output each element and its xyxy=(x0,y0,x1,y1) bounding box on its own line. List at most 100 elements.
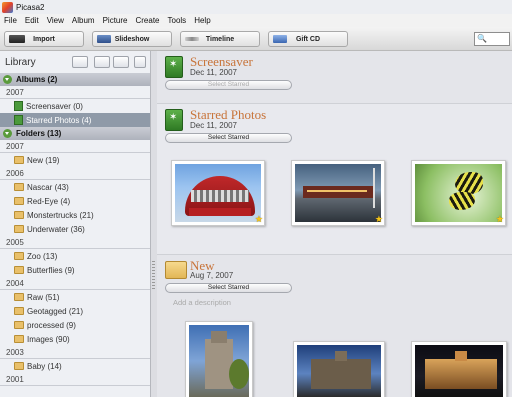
section-date: Dec 11, 2007 xyxy=(190,121,237,130)
folder-item[interactable]: processed (9) xyxy=(0,318,150,332)
list-view-button[interactable] xyxy=(94,56,110,68)
folder-label: Red-Eye (4) xyxy=(27,196,71,206)
menu-album[interactable]: Album xyxy=(72,16,95,25)
album-starred-photos[interactable]: Starred Photos (4) xyxy=(0,113,150,127)
timeline-label: Timeline xyxy=(205,35,235,43)
year-label: 2005 xyxy=(0,236,150,249)
folder-icon xyxy=(14,197,24,205)
collapse-arrow-icon xyxy=(3,129,12,138)
menu-view[interactable]: View xyxy=(47,16,64,25)
screensaver-section: Screensaver Dec 11, 2007 Select Starred xyxy=(157,51,512,101)
folder-icon xyxy=(14,252,24,260)
album-label: Screensaver (0) xyxy=(26,101,83,111)
new-album-button[interactable] xyxy=(72,56,88,68)
starred-photos-section: Starred Photos Dec 11, 2007 Select Starr… xyxy=(157,104,512,254)
splitter-grip[interactable] xyxy=(152,261,155,291)
folder-icon xyxy=(14,293,24,301)
folder-description-field[interactable]: Add a description xyxy=(173,298,231,307)
folder-icon xyxy=(14,335,24,343)
timeline-button[interactable]: Timeline xyxy=(180,31,260,47)
library-header: Library xyxy=(0,51,150,73)
slideshow-label: Slideshow xyxy=(114,35,150,43)
year-label: 2004 xyxy=(0,277,150,290)
year-label: 2007 xyxy=(0,140,150,153)
select-starred-button[interactable]: Select Starred xyxy=(165,80,292,90)
tree-view-button[interactable] xyxy=(113,56,129,68)
menu-picture[interactable]: Picture xyxy=(103,16,128,25)
section-date: Dec 11, 2007 xyxy=(190,68,237,77)
folder-icon xyxy=(14,266,24,274)
folder-label: Geotagged (21) xyxy=(27,306,84,316)
library-menu-dropdown[interactable] xyxy=(134,56,146,68)
section-date: Aug 7, 2007 xyxy=(190,271,234,280)
folder-label: Underwater (36) xyxy=(27,224,85,234)
album-icon xyxy=(165,109,183,131)
folder-item[interactable]: Monstertrucks (21) xyxy=(0,208,150,222)
folder-label: Zoo (13) xyxy=(27,251,58,261)
search-input[interactable]: 🔍 xyxy=(474,32,510,46)
year-label: 2003 xyxy=(0,346,150,359)
album-screensaver[interactable]: Screensaver (0) xyxy=(0,99,150,113)
folder-label: Monstertrucks (21) xyxy=(27,210,94,220)
folder-item[interactable]: Geotagged (21) xyxy=(0,304,150,318)
slideshow-icon xyxy=(97,35,111,43)
folder-item[interactable]: Baby (14) xyxy=(0,359,150,373)
folder-item[interactable]: Zoo (13) xyxy=(0,249,150,263)
library-title: Library xyxy=(5,56,36,68)
library-panel: Library Albums (2) 2007 Screensaver (0) … xyxy=(0,51,151,397)
year-label: 2006 xyxy=(0,167,150,180)
folder-item[interactable]: Underwater (36) xyxy=(0,222,150,236)
folder-icon xyxy=(14,362,24,370)
year-label: 2007 xyxy=(0,86,150,99)
photo-thumbnail-building-night[interactable] xyxy=(411,341,507,397)
menu-create[interactable]: Create xyxy=(135,16,159,25)
album-icon xyxy=(14,115,23,125)
folder-item[interactable]: Raw (51) xyxy=(0,290,150,304)
star-icon: ★ xyxy=(254,214,263,224)
menu-tools[interactable]: Tools xyxy=(168,16,187,25)
photo-thumbnail-church[interactable] xyxy=(185,321,253,397)
star-icon: ★ xyxy=(374,214,383,224)
picasa-app-icon xyxy=(2,1,13,13)
folder-label: Nascar (43) xyxy=(27,182,69,192)
select-starred-button[interactable]: Select Starred xyxy=(165,133,292,143)
photo-thumbnail-butterfly[interactable]: ★ xyxy=(411,160,506,226)
folder-icon xyxy=(14,225,24,233)
menu-bar: File Edit View Album Picture Create Tool… xyxy=(0,14,512,27)
folder-icon xyxy=(14,183,24,191)
folder-label: New (19) xyxy=(27,155,60,165)
folder-item[interactable]: Butterflies (9) xyxy=(0,263,150,277)
folder-item[interactable]: Images (90) xyxy=(0,332,150,346)
gift-cd-icon xyxy=(273,35,287,43)
albums-section-header[interactable]: Albums (2) xyxy=(0,73,150,86)
folder-item[interactable]: Nascar (43) xyxy=(0,180,150,194)
import-label: Import xyxy=(33,35,55,43)
folder-icon xyxy=(14,211,24,219)
album-icon xyxy=(14,101,23,111)
photo-thumbnail-lighthouse[interactable]: ★ xyxy=(171,160,265,226)
folder-label: Raw (51) xyxy=(27,292,60,302)
menu-edit[interactable]: Edit xyxy=(25,16,39,25)
album-icon xyxy=(165,56,183,78)
folder-icon xyxy=(14,307,24,315)
folder-item[interactable]: New (19) xyxy=(0,153,150,167)
title-bar: Picasa2 xyxy=(0,0,512,14)
folder-label: processed (9) xyxy=(27,320,76,330)
import-button[interactable]: Import xyxy=(4,31,84,47)
menu-help[interactable]: Help xyxy=(194,16,210,25)
year-label: 2001 xyxy=(0,373,150,386)
gift-cd-button[interactable]: Gift CD xyxy=(268,31,348,47)
folders-header-label: Folders (13) xyxy=(16,129,62,138)
menu-file[interactable]: File xyxy=(4,16,17,25)
folder-label: Butterflies (9) xyxy=(27,265,75,275)
photo-thumbnail-building-dusk[interactable] xyxy=(293,341,385,397)
window-title: Picasa2 xyxy=(16,2,45,12)
folder-icon xyxy=(14,156,24,164)
folders-section-header[interactable]: Folders (13) xyxy=(0,127,150,140)
select-starred-button[interactable]: Select Starred xyxy=(165,283,292,293)
folder-label: Images (90) xyxy=(27,334,70,344)
slideshow-button[interactable]: Slideshow xyxy=(92,31,172,47)
timeline-icon xyxy=(185,37,199,41)
folder-item[interactable]: Red-Eye (4) xyxy=(0,194,150,208)
photo-thumbnail-harbor[interactable]: ★ xyxy=(291,160,385,226)
